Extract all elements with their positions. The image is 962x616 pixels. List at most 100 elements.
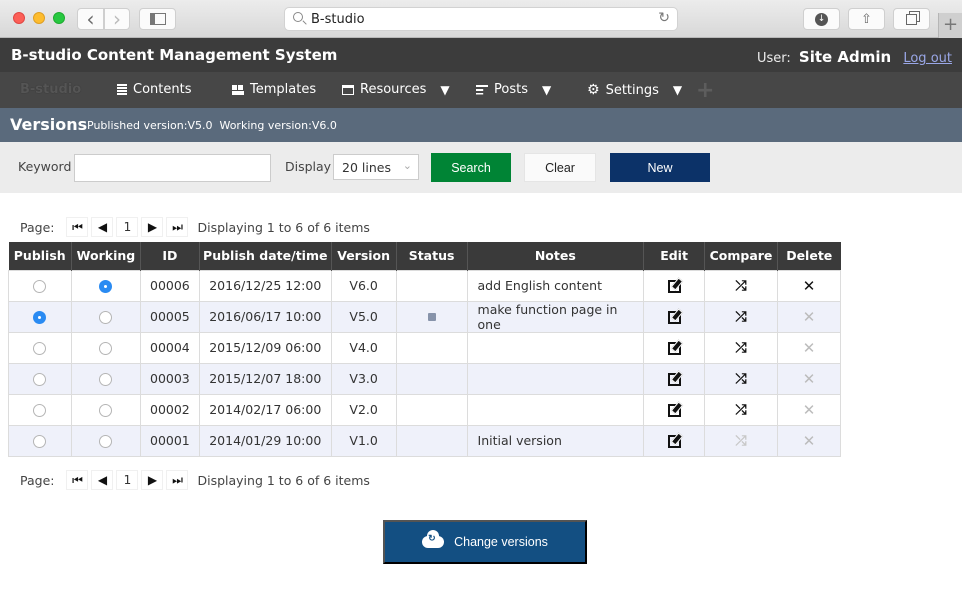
keyword-input[interactable] bbox=[74, 154, 271, 182]
publish-radio[interactable] bbox=[33, 435, 47, 448]
first-page-button[interactable]: ⏮ bbox=[66, 217, 89, 237]
prev-page-button[interactable]: ◀ bbox=[91, 217, 114, 237]
nav-item-settings[interactable]: ⚙ Settings ▼ bbox=[587, 82, 682, 98]
first-page-button[interactable]: ⏮ bbox=[66, 470, 89, 490]
edit-icon[interactable] bbox=[667, 342, 681, 355]
nav-item-contents[interactable]: Contents bbox=[117, 82, 191, 97]
nav-item-label: Posts bbox=[494, 82, 528, 97]
working-radio[interactable] bbox=[99, 342, 113, 355]
last-page-icon: ⏭ bbox=[172, 219, 183, 234]
delete-icon[interactable]: ✕ bbox=[803, 277, 816, 295]
pager-info: Displaying 1 to 6 of 6 items bbox=[197, 472, 370, 488]
pager-info: Displaying 1 to 6 of 6 items bbox=[197, 219, 370, 235]
forward-button[interactable]: › bbox=[104, 8, 130, 30]
version-cell: V1.0 bbox=[330, 424, 397, 457]
reload-icon[interactable]: ↻ bbox=[658, 10, 670, 26]
sidebar-toggle-button[interactable] bbox=[139, 8, 176, 30]
tabs-overview-button[interactable] bbox=[893, 8, 930, 30]
logout-link[interactable]: Log out bbox=[903, 51, 952, 66]
display-label: Display bbox=[285, 159, 332, 174]
last-page-button[interactable]: ⏭ bbox=[166, 217, 189, 237]
change-versions-button[interactable]: Change versions bbox=[383, 520, 587, 564]
page-title: Versions bbox=[10, 115, 88, 134]
new-button[interactable]: New bbox=[610, 153, 710, 182]
table-row: 00005 2016/06/17 10:00 V5.0 make function p… bbox=[8, 300, 842, 333]
address-bar[interactable]: B-studio ↻ bbox=[284, 7, 678, 31]
last-page-button[interactable]: ⏭ bbox=[166, 470, 189, 490]
next-page-button[interactable]: ▶ bbox=[141, 217, 164, 237]
status-cell bbox=[395, 300, 468, 333]
display-value: 20 lines bbox=[342, 160, 391, 175]
status-cell bbox=[395, 393, 468, 426]
sidebar-icon bbox=[149, 13, 166, 25]
publish-radio[interactable] bbox=[33, 373, 47, 386]
working-radio[interactable] bbox=[99, 373, 113, 386]
publish-radio[interactable] bbox=[33, 280, 47, 293]
nav-item-posts[interactable]: Posts ▼ bbox=[476, 82, 551, 97]
first-page-icon: ⏮ bbox=[72, 472, 83, 487]
col-delete: Delete bbox=[776, 242, 841, 270]
edit-icon[interactable] bbox=[667, 373, 681, 386]
date-cell: 2015/12/09 06:00 bbox=[198, 331, 332, 364]
nav-item-resources[interactable]: Resources ▼ bbox=[342, 82, 450, 97]
working-cell bbox=[70, 300, 141, 333]
edit-icon[interactable] bbox=[667, 280, 681, 293]
working-radio[interactable] bbox=[99, 280, 113, 293]
compare-cell: ⤮ bbox=[704, 362, 778, 395]
caret-down-icon: ▼ bbox=[541, 82, 552, 97]
new-tab-button[interactable]: + bbox=[938, 13, 962, 38]
col-version: Version bbox=[330, 242, 397, 270]
maximize-window-button[interactable] bbox=[53, 12, 65, 24]
app-header: B-studio Content Management System User:… bbox=[0, 38, 962, 72]
working-radio[interactable] bbox=[99, 435, 113, 448]
chevron-down-icon: ⌄ bbox=[402, 159, 412, 172]
edit-icon[interactable] bbox=[667, 311, 681, 324]
table-row: 00004 2015/12/09 06:00 V4.0 ⤮ ✕ bbox=[8, 331, 842, 364]
app-title: B-studio Content Management System bbox=[11, 46, 338, 64]
publish-radio[interactable] bbox=[33, 404, 47, 417]
status-cell bbox=[395, 269, 468, 302]
working-cell bbox=[70, 269, 141, 302]
working-radio[interactable] bbox=[99, 404, 113, 417]
compare-icon[interactable]: ⤮ bbox=[735, 309, 746, 325]
edit-icon[interactable] bbox=[667, 435, 681, 448]
back-button[interactable]: ‹ bbox=[77, 8, 104, 30]
display-select[interactable]: 20 lines ⌄ bbox=[333, 154, 419, 180]
date-cell: 2016/12/25 12:00 bbox=[198, 269, 332, 302]
compare-cell: ⤮ bbox=[704, 300, 778, 333]
prev-page-button[interactable]: ◀ bbox=[91, 470, 114, 490]
share-button[interactable]: ⇧ bbox=[848, 8, 885, 30]
publish-radio[interactable] bbox=[33, 311, 47, 324]
close-window-button[interactable] bbox=[13, 12, 25, 24]
compare-cell: ⤮ bbox=[704, 393, 778, 426]
user-label: User: bbox=[756, 51, 791, 66]
downloads-button[interactable]: ↓ bbox=[803, 8, 840, 30]
publish-radio[interactable] bbox=[33, 342, 47, 355]
nav-brand[interactable]: B-studio bbox=[20, 82, 81, 97]
compare-icon[interactable]: ⤮ bbox=[735, 340, 746, 356]
page-number-input[interactable]: 1 bbox=[116, 217, 139, 237]
add-menu-icon[interactable]: + bbox=[696, 78, 714, 103]
version-cell: V5.0 bbox=[330, 300, 397, 333]
id-cell: 00002 bbox=[139, 393, 200, 426]
search-button[interactable]: Search bbox=[431, 153, 511, 182]
edit-cell bbox=[643, 393, 706, 426]
edit-cell bbox=[643, 424, 706, 457]
col-id: ID bbox=[139, 242, 200, 270]
working-radio[interactable] bbox=[99, 311, 113, 324]
compare-icon[interactable]: ⤮ bbox=[735, 278, 746, 294]
next-page-icon: ▶ bbox=[147, 473, 158, 487]
edit-icon[interactable] bbox=[667, 404, 681, 417]
delete-cell: ✕ bbox=[776, 362, 842, 395]
page-number-input[interactable]: 1 bbox=[116, 470, 139, 490]
compare-icon[interactable]: ⤮ bbox=[735, 402, 746, 418]
publish-cell bbox=[8, 300, 72, 333]
last-page-icon: ⏭ bbox=[172, 472, 183, 487]
col-notes: Notes bbox=[466, 242, 644, 270]
publish-cell bbox=[8, 362, 72, 395]
minimize-window-button[interactable] bbox=[33, 12, 45, 24]
compare-icon[interactable]: ⤮ bbox=[735, 371, 746, 387]
nav-item-templates[interactable]: Templates bbox=[232, 82, 316, 97]
next-page-button[interactable]: ▶ bbox=[141, 470, 164, 490]
clear-button[interactable]: Clear bbox=[524, 153, 596, 182]
